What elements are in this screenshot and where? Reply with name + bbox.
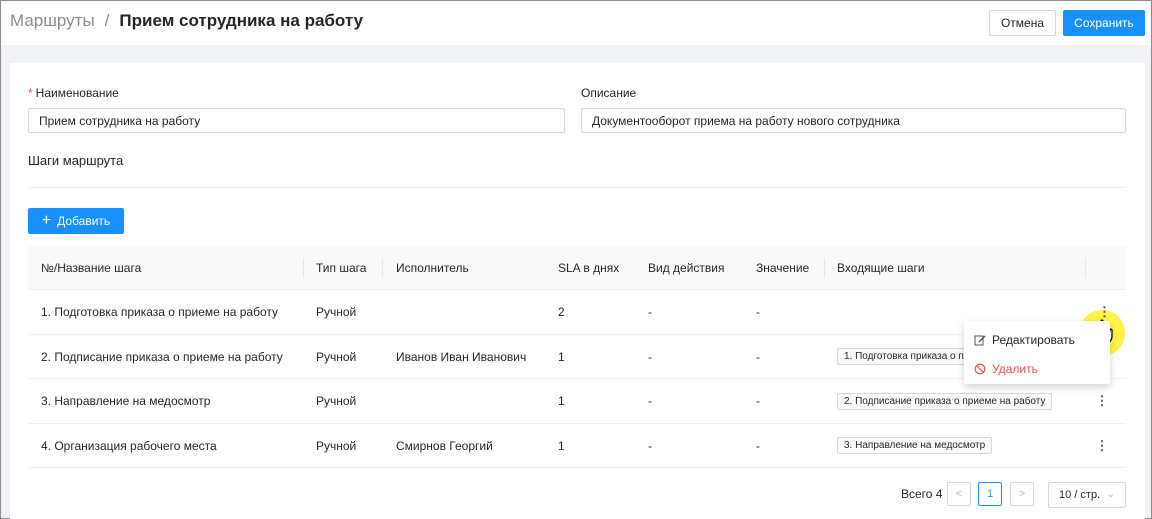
step-sla: 1 [558, 438, 565, 453]
description-field[interactable] [581, 108, 1126, 133]
incoming-steps-cell: 3. Направление на медосмотр [837, 424, 993, 468]
column-divider [824, 258, 825, 278]
step-sla: 1 [558, 349, 565, 364]
edit-icon [974, 335, 986, 346]
table-row: 2. Подписание приказа о приеме на работу… [28, 335, 1126, 379]
column-header-value: Значение [756, 261, 810, 275]
column-header-name: №/Название шага [41, 261, 142, 275]
step-name: 1. Подготовка приказа о приеме на работу [41, 305, 278, 319]
header-bar: Маршруты / Прием сотрудника на работу Отме… [1, 1, 1151, 45]
pagination-next-button[interactable]: > [1010, 482, 1034, 506]
step-value: - [756, 438, 760, 453]
step-type: Ручной [316, 349, 357, 364]
step-action: - [648, 394, 652, 408]
column-header-incoming: Входящие шаги [837, 261, 925, 275]
step-value: - [756, 349, 760, 364]
step-value: - [756, 305, 760, 319]
column-header-action: Вид действия [648, 261, 725, 275]
step-executor: Иванов Иван Иванович [396, 349, 527, 364]
incoming-step-tag: 3. Направление на медосмотр [837, 437, 993, 454]
menu-item-delete[interactable]: Удалить [974, 358, 1038, 380]
route-form-card: *Наименование Описание Шаги маршрута + Д… [10, 63, 1145, 519]
step-type: Ручной [316, 394, 357, 408]
column-divider [303, 258, 304, 278]
column-header-type: Тип шага [316, 261, 367, 275]
breadcrumb: Маршруты / Прием сотрудника на работу [10, 11, 363, 31]
pagination-total: Всего 4 [901, 487, 943, 501]
step-executor: Смирнов Георгий [396, 438, 493, 453]
steps-section-title: Шаги маршрута [28, 153, 124, 168]
pagination-page-current[interactable]: 1 [978, 482, 1002, 506]
column-header-executor: Исполнитель [396, 261, 469, 275]
column-divider [1085, 258, 1086, 278]
column-divider [382, 258, 383, 278]
step-sla: 2 [558, 305, 565, 319]
row-actions-kebab-icon[interactable]: ⋮ [1096, 438, 1109, 454]
row-actions-kebab-icon[interactable]: ⋮ [1096, 393, 1109, 409]
page-title: Прием сотрудника на работу [119, 11, 364, 30]
name-label-text: Наименование [35, 86, 119, 100]
step-value: - [756, 394, 760, 408]
step-name: 4. Организация рабочего места [41, 438, 217, 453]
incoming-step-tag: 1. Подготовка приказа о п [837, 348, 971, 365]
step-type: Ручной [316, 305, 357, 319]
name-field[interactable] [28, 108, 565, 133]
add-step-label: Добавить [57, 214, 111, 228]
step-action: - [648, 305, 652, 319]
incoming-steps-cell: 1. Подготовка приказа о п [837, 335, 971, 379]
step-action: - [648, 438, 652, 453]
app-frame: Маршруты / Прием сотрудника на работу Отме… [0, 0, 1152, 519]
step-type: Ручной [316, 438, 357, 453]
required-mark: * [28, 86, 33, 100]
step-name: 2. Подписание приказа о приеме на работу [41, 349, 283, 364]
column-header-sla: SLA в днях [558, 261, 620, 275]
page-size-select[interactable]: 10 / стр. ⌄ [1048, 482, 1126, 508]
stop-icon [974, 363, 986, 375]
step-name: 3. Направление на медосмотр [41, 394, 211, 408]
breadcrumb-root-link[interactable]: Маршруты [10, 11, 95, 30]
row-actions-kebab-icon[interactable]: ⋮ [1098, 304, 1111, 320]
cancel-button[interactable]: Отмена [989, 10, 1056, 36]
chevron-down-icon: ⌄ [1106, 489, 1115, 500]
plus-icon: + [41, 212, 52, 229]
table-row: 4. Организация рабочего места Ручной Сми… [28, 424, 1126, 468]
menu-item-delete-label: Удалить [992, 362, 1038, 376]
table-row: 1. Подготовка приказа о приеме на работу… [28, 290, 1126, 335]
step-sla: 1 [558, 394, 565, 408]
menu-item-edit-label: Редактировать [992, 333, 1075, 347]
menu-item-edit[interactable]: Редактировать [974, 329, 1075, 351]
row-actions-menu: Редактировать Удалить [964, 321, 1110, 384]
page-size-value: 10 / стр. [1059, 489, 1101, 501]
table-row: 3. Направление на медосмотр Ручной 1 - -… [28, 379, 1126, 424]
pagination-prev-button[interactable]: < [947, 482, 971, 506]
section-divider [28, 187, 1126, 188]
description-label: Описание [581, 86, 637, 100]
incoming-step-tag: 2. Подписание приказа о приеме на работу [837, 392, 1053, 410]
table-header: №/Название шага Тип шага Исполнитель SLA… [28, 246, 1126, 290]
incoming-steps-cell: 2. Подписание приказа о приеме на работу [837, 379, 1053, 423]
step-action: - [648, 349, 652, 364]
breadcrumb-separator: / [104, 11, 110, 30]
add-step-button[interactable]: + Добавить [28, 208, 124, 234]
save-button[interactable]: Сохранить [1063, 10, 1145, 36]
name-label: * Наименование [28, 86, 119, 100]
steps-table: №/Название шага Тип шага Исполнитель SLA… [28, 246, 1126, 468]
